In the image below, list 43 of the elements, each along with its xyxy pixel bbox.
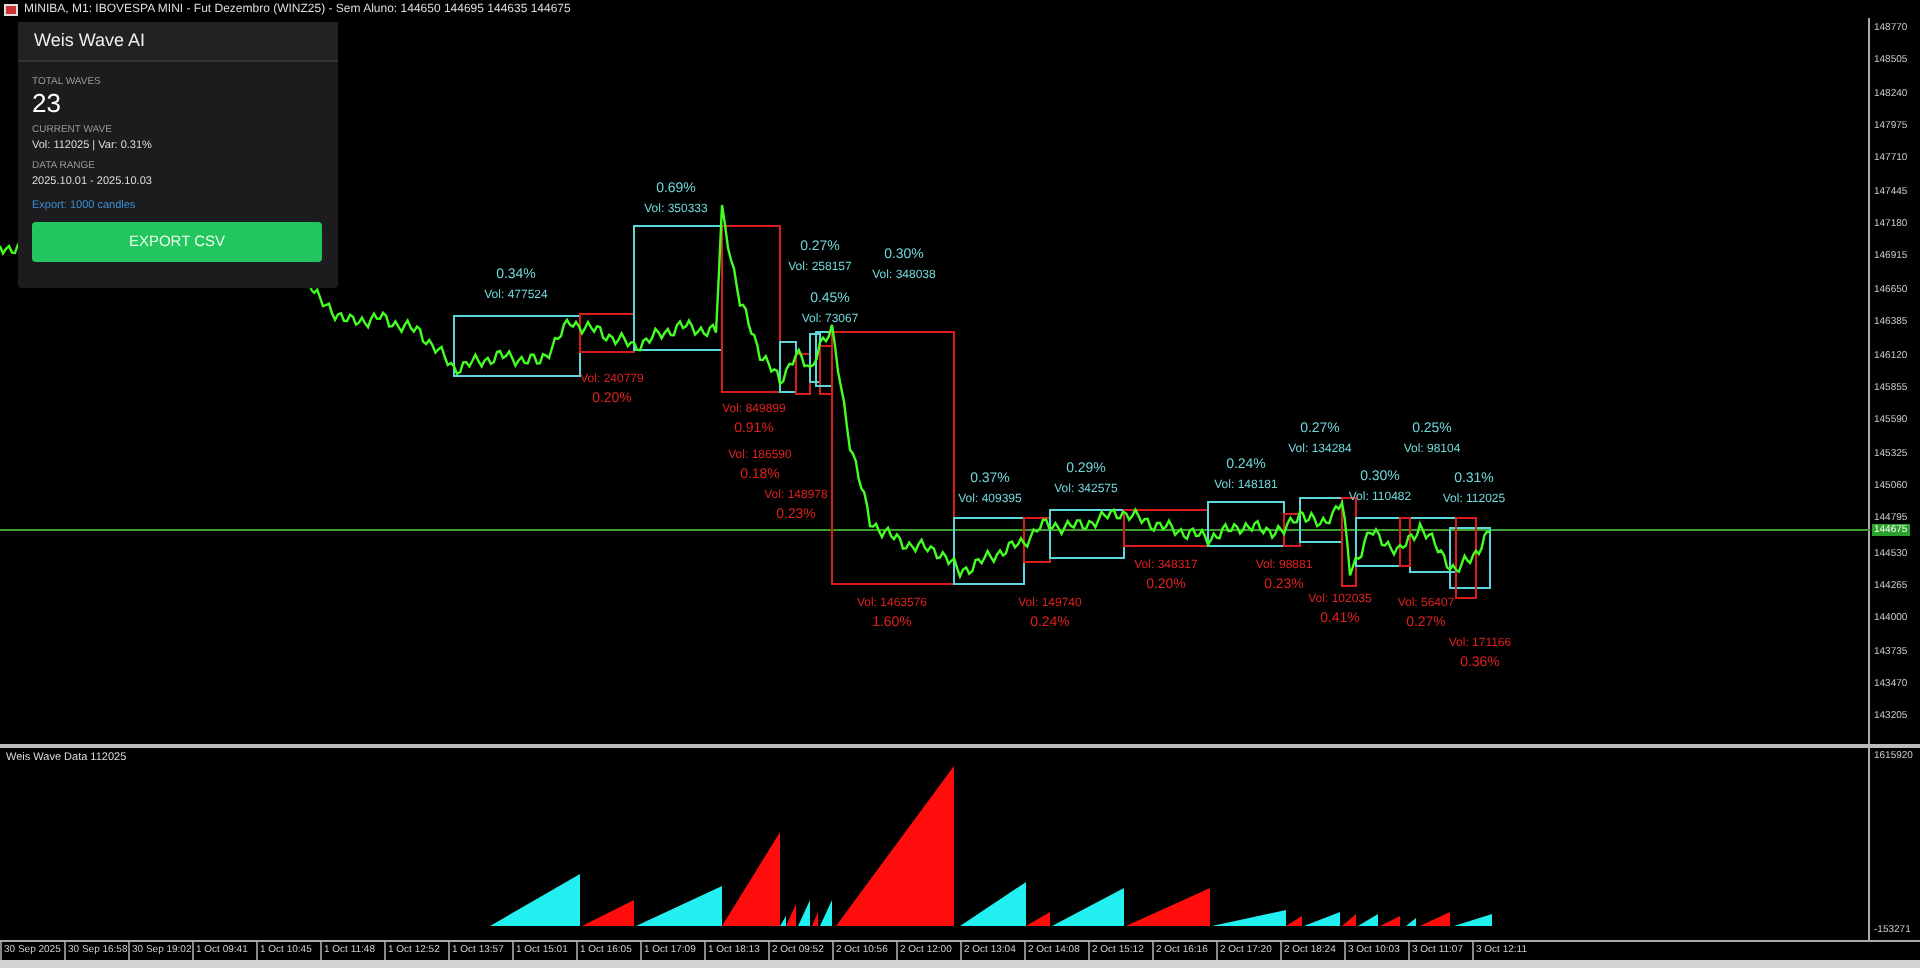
up-volume-wedge xyxy=(1304,912,1340,926)
up-volume-wedge xyxy=(1406,918,1416,926)
up-wave-box xyxy=(1049,509,1125,559)
up-volume-wedge xyxy=(798,900,810,926)
chart-icon xyxy=(4,3,18,15)
down-wave-box xyxy=(1123,509,1209,547)
up-volume-wedge xyxy=(1212,910,1286,926)
up-volume-wedge xyxy=(1358,914,1378,926)
up-wave-box xyxy=(1207,501,1285,547)
down-volume-wedge xyxy=(1026,912,1050,926)
down-wave-box xyxy=(1455,517,1477,599)
up-wave-box xyxy=(953,517,1025,585)
total-waves-value: 23 xyxy=(32,90,63,118)
up-volume-wedge xyxy=(960,882,1026,926)
down-volume-wedge xyxy=(812,912,818,926)
down-wave-box xyxy=(1399,517,1411,567)
down-volume-wedge xyxy=(722,832,780,926)
up-volume-wedge xyxy=(636,886,722,926)
down-wave-box xyxy=(1023,517,1051,563)
down-volume-wedge xyxy=(1286,916,1302,926)
down-wave-box xyxy=(795,353,811,395)
down-wave-box xyxy=(1283,513,1301,547)
up-wave-box xyxy=(779,341,797,393)
up-volume-wedge xyxy=(1052,888,1124,926)
up-volume-wedge xyxy=(1454,914,1492,926)
down-volume-wedge xyxy=(1342,914,1356,926)
down-wave-box xyxy=(579,313,635,353)
down-volume-wedge xyxy=(582,900,634,926)
up-wave-box xyxy=(453,315,581,377)
panel-title: Weis Wave AI xyxy=(34,27,146,54)
down-volume-wedge xyxy=(786,904,796,926)
down-volume-wedge xyxy=(1420,912,1450,926)
down-volume-wedge xyxy=(1380,916,1400,926)
up-wave-box xyxy=(1355,517,1401,567)
up-volume-wedge xyxy=(780,916,786,926)
up-wave-box xyxy=(633,225,723,351)
down-wave-box xyxy=(1341,497,1357,587)
up-wave-box xyxy=(1299,497,1343,543)
up-volume-wedge xyxy=(490,874,580,926)
up-wave-box xyxy=(1449,527,1491,589)
down-volume-wedge xyxy=(1126,888,1210,926)
up-volume-wedge xyxy=(820,900,832,926)
up-wave-box xyxy=(1409,517,1457,573)
